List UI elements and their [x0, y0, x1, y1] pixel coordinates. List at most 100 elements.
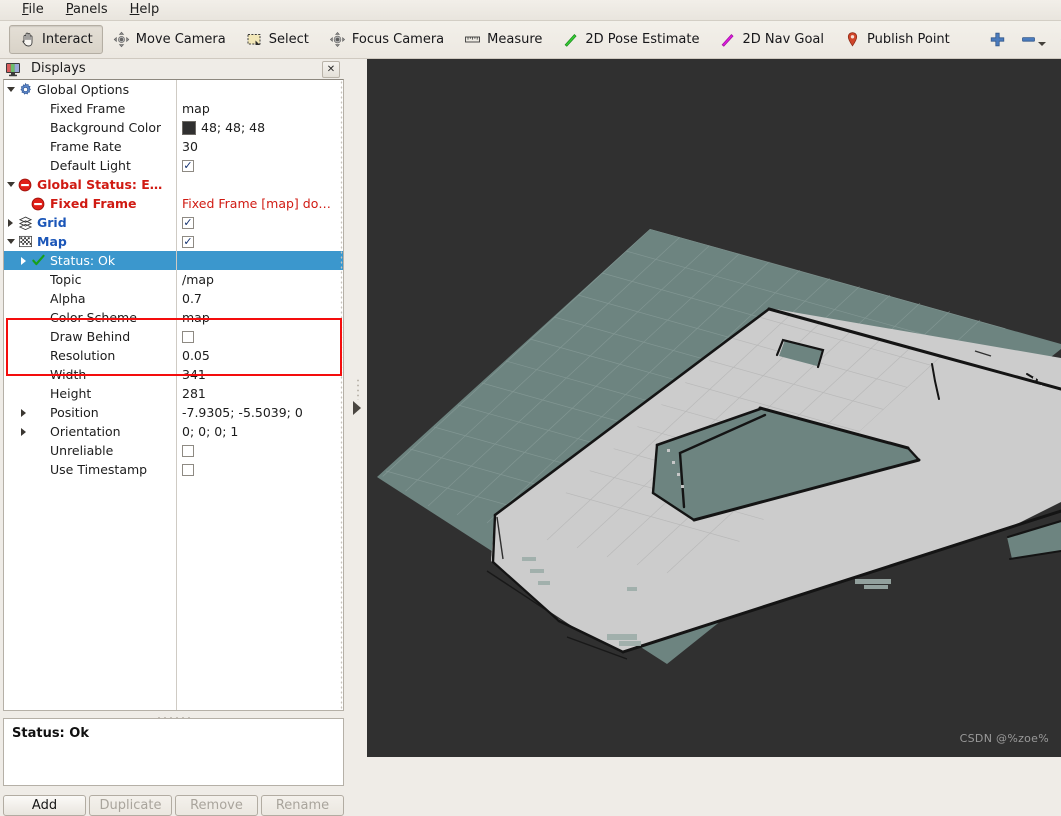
- chevron-right-icon[interactable]: [17, 408, 30, 417]
- check-ok-icon: [30, 253, 46, 269]
- tool-button-select[interactable]: Select: [236, 25, 319, 54]
- tree-row-width[interactable]: Width 341: [4, 365, 343, 384]
- menu-item-help[interactable]: Help: [120, 0, 170, 20]
- tree-row-value[interactable]: ✓: [176, 232, 343, 251]
- icon-spacer: [30, 120, 46, 136]
- duplicate-button[interactable]: Duplicate: [89, 795, 172, 816]
- chevron-right-icon[interactable]: [4, 218, 17, 227]
- tree-row-name: Global Status: E…: [4, 175, 176, 194]
- tree-row-value[interactable]: 30: [176, 137, 343, 156]
- tree-row-value[interactable]: Fixed Frame [map] do…: [176, 194, 343, 213]
- tree-column-divider[interactable]: [176, 80, 177, 710]
- panel-collapse-handle[interactable]: [347, 59, 367, 757]
- tree-row-value[interactable]: 48; 48; 48: [176, 118, 343, 137]
- menu-item-file[interactable]: File: [12, 0, 54, 20]
- tree-row-value[interactable]: 0.7: [176, 289, 343, 308]
- tree-scrollbar[interactable]: [339, 80, 343, 710]
- value-text: 0; 0; 0; 1: [182, 424, 239, 439]
- chevron-down-icon[interactable]: [1037, 42, 1046, 46]
- chevron-down-icon[interactable]: [4, 182, 17, 187]
- tree-row-name: Global Options: [4, 80, 176, 99]
- tree-row-value[interactable]: map: [176, 99, 343, 118]
- tree-row-value[interactable]: 0; 0; 0; 1: [176, 422, 343, 441]
- tree-row-use-timestamp[interactable]: Use Timestamp: [4, 460, 343, 479]
- tool-button-move-camera[interactable]: Move Camera: [103, 25, 236, 54]
- map-scene: [377, 229, 1061, 664]
- tree-row-value[interactable]: ✓: [176, 213, 343, 232]
- chevron-right-icon[interactable]: [17, 256, 30, 265]
- tree-row-frame-rate[interactable]: Frame Rate 30: [4, 137, 343, 156]
- render-view-3d[interactable]: CSDN @%zoe%: [367, 59, 1061, 757]
- icon-spacer: [30, 291, 46, 307]
- checkbox-use-timestamp[interactable]: [182, 463, 194, 476]
- tree-row-value[interactable]: [176, 251, 343, 270]
- tree-row-map[interactable]: Map ✓: [4, 232, 343, 251]
- tree-row-value[interactable]: ✓: [176, 156, 343, 175]
- tree-row-value[interactable]: 0.05: [176, 346, 343, 365]
- rename-button[interactable]: Rename: [261, 795, 344, 816]
- tree-row-value[interactable]: -7.9305; -5.5039; 0: [176, 403, 343, 422]
- tree-row-value[interactable]: 341: [176, 365, 343, 384]
- tool-button-2d-pose-estimate[interactable]: 2D Pose Estimate: [552, 25, 709, 54]
- tree-row-name: Use Timestamp: [4, 460, 176, 479]
- tree-row-fixed-frame[interactable]: Fixed Frame Fixed Frame [map] do…: [4, 194, 343, 213]
- tree-row-label: Status: Ok: [50, 253, 116, 268]
- remove-button[interactable]: Remove: [175, 795, 258, 816]
- checkbox-map[interactable]: ✓: [182, 235, 194, 248]
- checkbox-draw-behind[interactable]: [182, 330, 194, 343]
- close-icon[interactable]: ✕: [322, 61, 340, 78]
- tree-row-global-status-e[interactable]: Global Status: E…: [4, 175, 343, 194]
- tool-button-interact[interactable]: Interact: [9, 25, 103, 54]
- tree-row-name: Topic: [4, 270, 176, 289]
- chevron-down-icon[interactable]: [4, 87, 17, 92]
- tree-row-topic[interactable]: Topic/map: [4, 270, 343, 289]
- tree-row-status-ok[interactable]: Status: Ok: [4, 251, 343, 270]
- icon-spacer: [30, 462, 46, 478]
- tree-row-value[interactable]: [176, 80, 343, 99]
- displays-panel: Displays ✕ Global Options Fixed Frame map B…: [0, 59, 345, 816]
- tool-button-publish-point[interactable]: Publish Point: [834, 25, 960, 54]
- tree-row-orientation[interactable]: Orientation 0; 0; 0; 1: [4, 422, 343, 441]
- tool-button-measure[interactable]: Measure: [454, 25, 552, 54]
- tool-button-2d-nav-goal[interactable]: 2D Nav Goal: [709, 25, 834, 54]
- tree-row-unreliable[interactable]: Unreliable: [4, 441, 343, 460]
- icon-spacer: [30, 386, 46, 402]
- tool-button-focus-camera[interactable]: Focus Camera: [319, 25, 454, 54]
- tree-row-fixed-frame[interactable]: Fixed Frame map: [4, 99, 343, 118]
- tree-row-value[interactable]: [176, 327, 343, 346]
- tree-row-grid[interactable]: Grid ✓: [4, 213, 343, 232]
- checkbox-default-light[interactable]: ✓: [182, 159, 194, 172]
- tree-row-height[interactable]: Height 281: [4, 384, 343, 403]
- chevron-down-icon[interactable]: [4, 239, 17, 244]
- chevron-right-icon[interactable]: [17, 427, 30, 436]
- value-text: 341: [182, 367, 206, 382]
- tree-row-alpha[interactable]: Alpha 0.7: [4, 289, 343, 308]
- remove-tool-button[interactable]: [1013, 31, 1053, 48]
- tree-row-name: Orientation: [4, 422, 176, 441]
- checkbox-unreliable[interactable]: [182, 444, 194, 457]
- tree-row-global-options[interactable]: Global Options: [4, 80, 343, 99]
- tree-row-draw-behind[interactable]: Draw Behind: [4, 327, 343, 346]
- tree-row-value[interactable]: map: [176, 308, 343, 327]
- tree-row-name: Grid: [4, 213, 176, 232]
- add-button[interactable]: Add: [3, 795, 86, 816]
- tree-row-position[interactable]: Position -7.9305; -5.5039; 0: [4, 403, 343, 422]
- tree-row-value[interactable]: [176, 460, 343, 479]
- chevron-left-icon[interactable]: [353, 401, 361, 415]
- tree-row-color-scheme[interactable]: Color Scheme map: [4, 308, 343, 327]
- value-text: -7.9305; -5.5039; 0: [182, 405, 303, 420]
- tree-row-value[interactable]: [176, 175, 343, 194]
- add-tool-button[interactable]: [982, 31, 1013, 48]
- tree-row-default-light[interactable]: Default Light ✓: [4, 156, 343, 175]
- tree-row-value[interactable]: 281: [176, 384, 343, 403]
- displays-tree[interactable]: Global Options Fixed Frame map Background C…: [3, 79, 344, 711]
- color-swatch[interactable]: [182, 120, 196, 135]
- handle-grip: [355, 378, 359, 400]
- menu-item-panels[interactable]: Panels: [56, 0, 118, 20]
- tree-row-background-color[interactable]: Background Color 48; 48; 48: [4, 118, 343, 137]
- visibility-button[interactable]: [1053, 31, 1061, 48]
- tree-row-value[interactable]: /map: [176, 270, 343, 289]
- tree-row-value[interactable]: [176, 441, 343, 460]
- tree-row-resolution[interactable]: Resolution 0.05: [4, 346, 343, 365]
- checkbox-grid[interactable]: ✓: [182, 216, 194, 229]
